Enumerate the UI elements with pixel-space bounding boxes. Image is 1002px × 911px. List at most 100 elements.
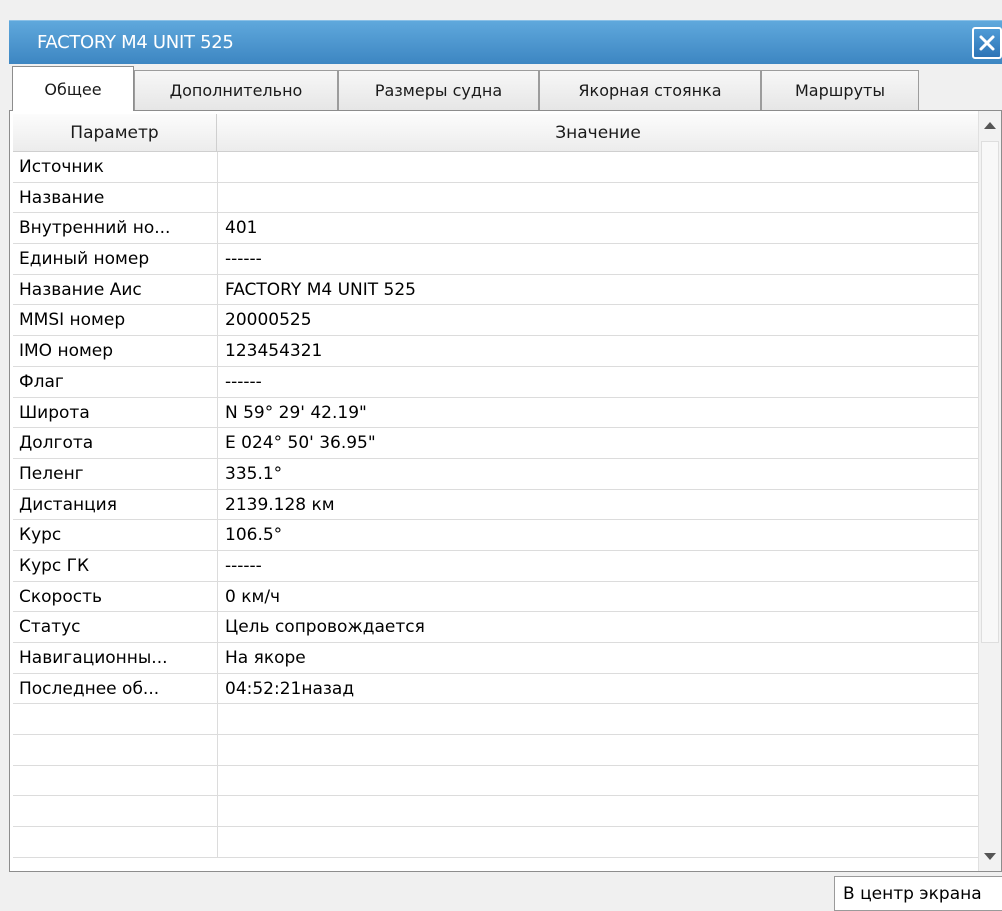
value-cell: ------ bbox=[225, 371, 262, 392]
table-row[interactable]: Последнее об... 04:52:21назад bbox=[13, 673, 978, 705]
value-cell: N 59° 29' 42.19" bbox=[225, 402, 367, 423]
column-divider bbox=[217, 827, 218, 857]
column-divider bbox=[217, 550, 218, 581]
column-divider bbox=[217, 458, 218, 489]
arrow-up-icon bbox=[984, 122, 996, 129]
param-cell: Флаг bbox=[19, 371, 64, 392]
table-row[interactable] bbox=[13, 735, 978, 766]
param-cell: Единый номер bbox=[19, 249, 150, 270]
tab-bar: Общее Дополнительно Размеры судна Якорна… bbox=[12, 66, 992, 111]
param-cell: Пеленг bbox=[19, 463, 84, 484]
table-row[interactable]: Название bbox=[13, 182, 978, 214]
tab-anchorage[interactable]: Якорная стоянка bbox=[539, 70, 761, 110]
table-row[interactable] bbox=[13, 827, 978, 858]
column-divider bbox=[217, 520, 218, 550]
value-cell: 0 км/ч bbox=[225, 586, 281, 607]
column-divider bbox=[217, 704, 218, 735]
column-divider bbox=[217, 336, 218, 366]
param-cell: Курс ГК bbox=[19, 555, 90, 576]
tab-additional[interactable]: Дополнительно bbox=[134, 70, 338, 110]
grid-header: Параметр Значение bbox=[13, 114, 978, 152]
grid-rows: Источник Название Внутренний но... 401 Едины… bbox=[13, 152, 978, 858]
column-divider bbox=[217, 581, 218, 612]
column-divider bbox=[217, 735, 218, 765]
value-cell: FACTORY M4 UNIT 525 bbox=[225, 279, 416, 300]
column-header-value[interactable]: Значение bbox=[218, 114, 978, 152]
properties-panel: Параметр Значение Источник Название Внутре… bbox=[9, 110, 1002, 872]
tab-routes[interactable]: Маршруты bbox=[761, 70, 919, 110]
table-row[interactable]: Пеленг 335.1° bbox=[13, 458, 978, 490]
column-divider bbox=[217, 152, 218, 182]
value-cell: Цель сопровождается bbox=[225, 617, 425, 638]
table-row[interactable]: Статус Цель сопровождается bbox=[13, 612, 978, 643]
table-row[interactable]: Флаг ------ bbox=[13, 366, 978, 398]
window-title: FACTORY M4 UNIT 525 bbox=[37, 32, 234, 53]
table-row[interactable]: Курс ГК ------ bbox=[13, 550, 978, 582]
value-cell: 106.5° bbox=[225, 525, 283, 546]
column-divider bbox=[217, 612, 218, 642]
column-divider bbox=[217, 244, 218, 274]
value-cell: ------ bbox=[225, 249, 262, 270]
column-divider bbox=[217, 182, 218, 213]
value-cell: 123454321 bbox=[225, 341, 323, 362]
column-divider bbox=[217, 673, 218, 704]
scroll-up-button[interactable] bbox=[979, 113, 1001, 137]
table-row[interactable] bbox=[13, 765, 978, 797]
value-cell: 401 bbox=[225, 218, 258, 239]
scroll-down-button[interactable] bbox=[979, 845, 1001, 869]
column-divider bbox=[217, 428, 218, 458]
param-cell: Внутренний но... bbox=[19, 218, 171, 239]
column-divider bbox=[217, 765, 218, 796]
title-bar: FACTORY M4 UNIT 525 bbox=[9, 20, 1002, 64]
table-row[interactable]: Скорость 0 км/ч bbox=[13, 581, 978, 613]
param-cell: Статус bbox=[19, 617, 81, 638]
column-divider bbox=[217, 366, 218, 397]
param-cell: MMSI номер bbox=[19, 310, 126, 331]
param-cell: Название bbox=[19, 187, 105, 208]
value-cell: 2139.128 км bbox=[225, 494, 335, 515]
table-row[interactable] bbox=[13, 796, 978, 828]
table-row[interactable]: Название Аис FACTORY M4 UNIT 525 bbox=[13, 274, 978, 306]
tab-general[interactable]: Общее bbox=[12, 66, 134, 111]
center-screen-button[interactable]: В центр экрана bbox=[834, 876, 1002, 911]
vertical-scrollbar[interactable] bbox=[978, 111, 1001, 871]
value-cell: 335.1° bbox=[225, 463, 283, 484]
close-button[interactable] bbox=[972, 27, 1002, 59]
value-cell: 20000525 bbox=[225, 310, 312, 331]
table-row[interactable]: IMO номер 123454321 bbox=[13, 336, 978, 367]
param-cell: Источник bbox=[19, 157, 104, 177]
param-cell: Дистанция bbox=[19, 494, 117, 515]
param-cell: Широта bbox=[19, 402, 90, 423]
value-cell: E 024° 50' 36.95" bbox=[225, 433, 376, 454]
param-cell: Скорость bbox=[19, 586, 102, 607]
column-divider bbox=[217, 274, 218, 305]
column-divider bbox=[217, 213, 218, 244]
table-row[interactable]: Единый номер ------ bbox=[13, 244, 978, 275]
param-cell: Навигационны... bbox=[19, 648, 168, 668]
table-row[interactable]: Курс 106.5° bbox=[13, 520, 978, 551]
table-row[interactable]: Широта N 59° 29' 42.19" bbox=[13, 397, 978, 429]
column-divider bbox=[217, 643, 218, 673]
param-cell: Название Аис bbox=[19, 279, 142, 300]
table-row[interactable] bbox=[13, 704, 978, 736]
value-cell: ------ bbox=[225, 555, 262, 576]
status-bar: В центр экрана bbox=[9, 872, 1002, 911]
table-row[interactable]: Дистанция 2139.128 км bbox=[13, 489, 978, 521]
param-cell: Долгота bbox=[19, 433, 94, 454]
table-row[interactable]: MMSI номер 20000525 bbox=[13, 305, 978, 337]
param-cell: IMO номер bbox=[19, 341, 114, 362]
param-cell: Курс bbox=[19, 525, 62, 546]
tab-vessel-size[interactable]: Размеры судна bbox=[338, 70, 539, 110]
table-row[interactable]: Источник bbox=[13, 152, 978, 183]
param-cell: Последнее об... bbox=[19, 678, 160, 699]
table-row[interactable]: Долгота E 024° 50' 36.95" bbox=[13, 428, 978, 459]
scroll-thumb[interactable] bbox=[981, 141, 999, 643]
table-row[interactable]: Внутренний но... 401 bbox=[13, 213, 978, 245]
arrow-down-icon bbox=[984, 853, 996, 860]
column-header-param[interactable]: Параметр bbox=[13, 114, 217, 152]
column-divider bbox=[217, 489, 218, 520]
column-divider bbox=[217, 397, 218, 428]
vessel-info-window: FACTORY M4 UNIT 525 Общее Дополнительно … bbox=[0, 0, 1002, 911]
column-divider bbox=[217, 305, 218, 336]
table-row[interactable]: Навигационны... На якоре bbox=[13, 643, 978, 674]
